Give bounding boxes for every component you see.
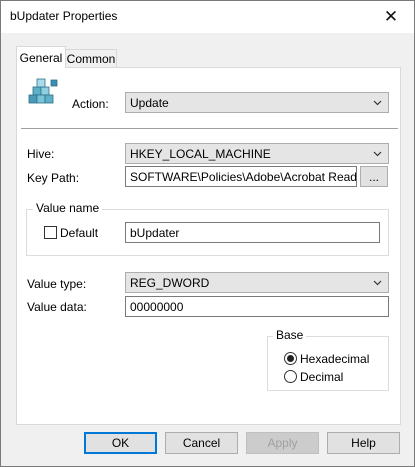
tab-common[interactable]: Common: [65, 49, 117, 68]
value-data-input[interactable]: 00000000: [125, 296, 389, 317]
ok-button[interactable]: OK: [84, 432, 157, 454]
hive-dropdown[interactable]: HKEY_LOCAL_MACHINE: [125, 143, 389, 164]
ok-label: OK: [111, 436, 130, 450]
hive-label: Hive:: [27, 147, 55, 161]
general-tab-panel: Action: Update Hive: HKEY_LOCAL_MACHINE …: [16, 67, 401, 425]
value-name-value: bUpdater: [130, 225, 180, 240]
properties-dialog: bUpdater Properties ✕ General Common Act…: [0, 0, 415, 467]
value-type-value: REG_DWORD: [130, 275, 210, 290]
value-data-label: Value data:: [27, 300, 87, 314]
help-button[interactable]: Help: [327, 432, 400, 454]
value-type-label: Value type:: [27, 277, 87, 291]
close-icon: ✕: [383, 6, 399, 26]
key-path-input[interactable]: SOFTWARE\Policies\Adobe\Acrobat Reader\D…: [125, 166, 357, 187]
value-name-group-title: Value name: [33, 201, 103, 215]
chevron-down-icon: [373, 280, 382, 286]
cancel-button[interactable]: Cancel: [165, 432, 238, 454]
window-title: bUpdater Properties: [10, 9, 118, 23]
value-data-value: 00000000: [130, 299, 184, 314]
cancel-label: Cancel: [182, 436, 221, 450]
action-value: Update: [130, 95, 169, 110]
chevron-down-icon: [373, 151, 382, 157]
decimal-radio[interactable]: [284, 370, 297, 383]
registry-icon: [25, 77, 61, 111]
separator: [21, 128, 398, 129]
action-label: Action:: [72, 97, 109, 111]
value-type-dropdown[interactable]: REG_DWORD: [125, 272, 389, 293]
action-dropdown[interactable]: Update: [125, 92, 389, 113]
tab-label: Common: [66, 52, 116, 66]
default-label: Default: [60, 226, 99, 240]
decimal-label: Decimal: [300, 370, 344, 384]
default-checkbox[interactable]: [44, 226, 57, 239]
tab-general[interactable]: General: [16, 46, 66, 68]
key-path-value: SOFTWARE\Policies\Adobe\Acrobat Reader\D…: [130, 169, 357, 184]
apply-button[interactable]: Apply: [246, 432, 319, 454]
browse-label: ...: [368, 169, 379, 184]
key-path-label: Key Path:: [27, 171, 80, 185]
close-button[interactable]: ✕: [368, 1, 414, 32]
browse-button[interactable]: ...: [360, 166, 388, 187]
apply-label: Apply: [267, 436, 298, 450]
hexadecimal-label: Hexadecimal: [300, 352, 370, 366]
hexadecimal-radio[interactable]: [284, 352, 297, 365]
hive-value: HKEY_LOCAL_MACHINE: [130, 146, 271, 161]
chevron-down-icon: [373, 100, 382, 106]
base-group-title: Base: [273, 328, 307, 342]
value-name-input[interactable]: bUpdater: [125, 222, 380, 243]
title-bar: bUpdater Properties ✕: [1, 1, 414, 33]
help-label: Help: [351, 436, 376, 450]
tab-label: General: [19, 50, 63, 65]
